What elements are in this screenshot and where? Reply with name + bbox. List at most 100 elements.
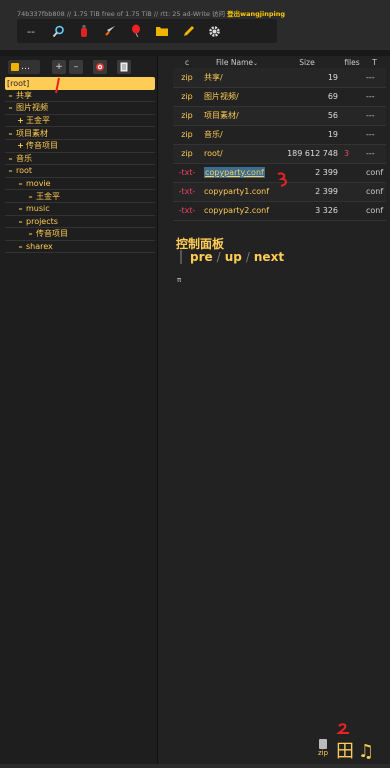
nav-next-link[interactable]: next — [254, 250, 284, 264]
file-name-cell[interactable]: copyparty1.conf — [201, 182, 273, 202]
search-icon[interactable] — [45, 20, 71, 42]
tree-folder-toggle[interactable]: … — [8, 60, 40, 74]
file-name-cell[interactable]: 共享/ — [201, 68, 273, 88]
file-count-cell: 3 — [341, 144, 363, 164]
pen-icon[interactable] — [175, 20, 201, 42]
file-count-cell — [341, 87, 363, 107]
file-action-cell[interactable]: -txt- — [173, 163, 201, 183]
tree-toggle[interactable]: – — [15, 217, 26, 226]
balloon-icon[interactable] — [123, 20, 149, 42]
table-row[interactable]: zip 图片视频/69 --- — [173, 87, 387, 107]
table-row[interactable]: zip 项目素材/56 --- — [173, 106, 387, 126]
table-row[interactable]: zip 共享/19 --- — [173, 68, 387, 88]
folder-icon[interactable] — [149, 20, 175, 42]
file-size-cell: 19 — [273, 125, 341, 145]
file-action-cell[interactable]: zip — [173, 68, 201, 88]
tree-item[interactable]: [root] — [5, 77, 155, 90]
col-header-name[interactable]: File Name⌄ — [201, 56, 273, 68]
file-name-link[interactable]: 音乐/ — [204, 130, 223, 139]
gear-icon[interactable] — [201, 20, 227, 42]
file-action-cell[interactable]: -txt- — [173, 182, 201, 202]
tree-collapse-button[interactable]: – — [69, 60, 83, 74]
file-name-cell[interactable]: copyparty2.conf — [201, 201, 273, 221]
nav-pre-link[interactable]: pre — [190, 250, 213, 264]
tree-item[interactable]: – root — [5, 165, 155, 178]
tree-toggle[interactable]: – — [5, 129, 16, 138]
tree-item[interactable]: – 王金平 — [5, 190, 155, 203]
zip-label: zip — [317, 749, 329, 757]
tree-item[interactable]: – 音乐 — [5, 153, 155, 166]
file-action-cell[interactable]: -txt- — [173, 201, 201, 221]
file-name-link[interactable]: root/ — [204, 149, 223, 158]
file-count-cell — [341, 182, 363, 202]
file-type-cell: --- — [363, 144, 387, 164]
file-name-cell[interactable]: 项目素材/ — [201, 106, 273, 126]
file-name-cell[interactable]: 音乐/ — [201, 125, 273, 145]
file-name-link[interactable]: copyparty2.conf — [204, 206, 269, 215]
file-type-cell: --- — [363, 125, 387, 145]
file-name-link[interactable]: copyparty.conf — [204, 167, 265, 178]
file-size-cell: 56 — [273, 106, 341, 126]
col-header-t[interactable]: T — [363, 56, 386, 68]
file-action-cell[interactable]: zip — [173, 144, 201, 164]
tree-toggle[interactable]: + — [15, 116, 26, 125]
tree-toggle[interactable]: – — [15, 179, 26, 188]
table-row[interactable]: -txt-copyparty2.conf 3 326 conf — [173, 201, 387, 221]
tree-toggle[interactable]: – — [25, 192, 36, 201]
tree-item[interactable]: – 项目素材 — [5, 127, 155, 140]
col-header-c[interactable]: c — [173, 56, 201, 68]
tree-toggle[interactable]: + — [15, 141, 26, 150]
file-name-cell[interactable]: root/ — [201, 144, 273, 164]
table-row[interactable]: zip 音乐/19 --- — [173, 125, 387, 145]
col-header-files[interactable]: files — [341, 56, 363, 68]
document-icon[interactable] — [117, 60, 131, 74]
nav-up-link[interactable]: up — [225, 250, 242, 264]
tree-toggle[interactable]: – — [15, 204, 26, 213]
table-header-row: c File Name⌄ Size files T — [173, 56, 386, 68]
tree-toggle[interactable]: – — [25, 229, 36, 238]
red-annotation-two — [336, 723, 349, 734]
file-action-cell[interactable]: zip — [173, 106, 201, 126]
file-name-link[interactable]: copyparty1.conf — [204, 187, 269, 196]
folder-tree: [root] – 共享 – 图片视频 + 王金平 – 项目素材 + 传音项目 – 音乐 – root – mov… — [5, 77, 155, 254]
red-annotation-mark — [55, 77, 60, 94]
table-row[interactable]: zip root/189 612 748 3 --- — [173, 144, 387, 164]
file-browser: c File Name⌄ Size files T zip 共享/19 --- zip… — [158, 56, 390, 764]
tree-item[interactable]: – projects — [5, 216, 155, 229]
tree-item[interactable]: – 传音项目 — [5, 228, 155, 241]
grid-view-icon[interactable]: 田 — [336, 741, 354, 763]
pi-symbol[interactable]: π — [177, 276, 181, 284]
file-name-link[interactable]: 图片视频/ — [204, 92, 239, 101]
file-name-cell[interactable]: copyparty.conf — [201, 163, 273, 183]
status-text: 74b337fbb808 // 1.75 TiB free of 1.75 Ti… — [17, 10, 225, 18]
status-line: 74b337fbb808 // 1.75 TiB free of 1.75 Ti… — [17, 8, 285, 18]
tree-item[interactable]: – music — [5, 203, 155, 216]
col-header-size[interactable]: Size — [273, 56, 341, 68]
fire-extinguisher-icon[interactable] — [71, 20, 97, 42]
file-name-link[interactable]: 项目素材/ — [204, 111, 239, 120]
tree-item[interactable]: + 传音项目 — [5, 140, 155, 153]
tree-toggle[interactable]: – — [15, 242, 26, 251]
file-action-cell[interactable]: zip — [173, 87, 201, 107]
toolbar-dash-button[interactable]: -- — [17, 20, 45, 42]
zip-download-button[interactable]: zip — [314, 739, 332, 763]
tree-item-label: 王金平 — [36, 191, 60, 201]
tree-item[interactable]: + 王金平 — [5, 115, 155, 128]
file-name-link[interactable]: 共享/ — [204, 73, 223, 82]
tree-toggle[interactable]: – — [5, 166, 16, 175]
tree-item[interactable]: – sharex — [5, 241, 155, 254]
tree-item[interactable]: – 图片视频 — [5, 102, 155, 115]
rocket-icon[interactable] — [97, 20, 123, 42]
tree-toggle[interactable]: – — [5, 103, 16, 112]
target-icon[interactable] — [93, 60, 107, 74]
tree-item[interactable]: – 共享 — [5, 90, 155, 103]
file-action-cell[interactable]: zip — [173, 125, 201, 145]
tree-item[interactable]: – movie — [5, 178, 155, 191]
file-type-cell: --- — [363, 68, 387, 88]
logout-user-link[interactable]: 登出wangjinping — [227, 10, 285, 18]
file-name-cell[interactable]: 图片视频/ — [201, 87, 273, 107]
music-player-icon[interactable]: ♫ — [358, 741, 374, 763]
tree-toggle[interactable]: – — [5, 91, 16, 100]
tree-expand-button[interactable]: + — [52, 60, 66, 74]
tree-toggle[interactable]: – — [5, 154, 16, 163]
